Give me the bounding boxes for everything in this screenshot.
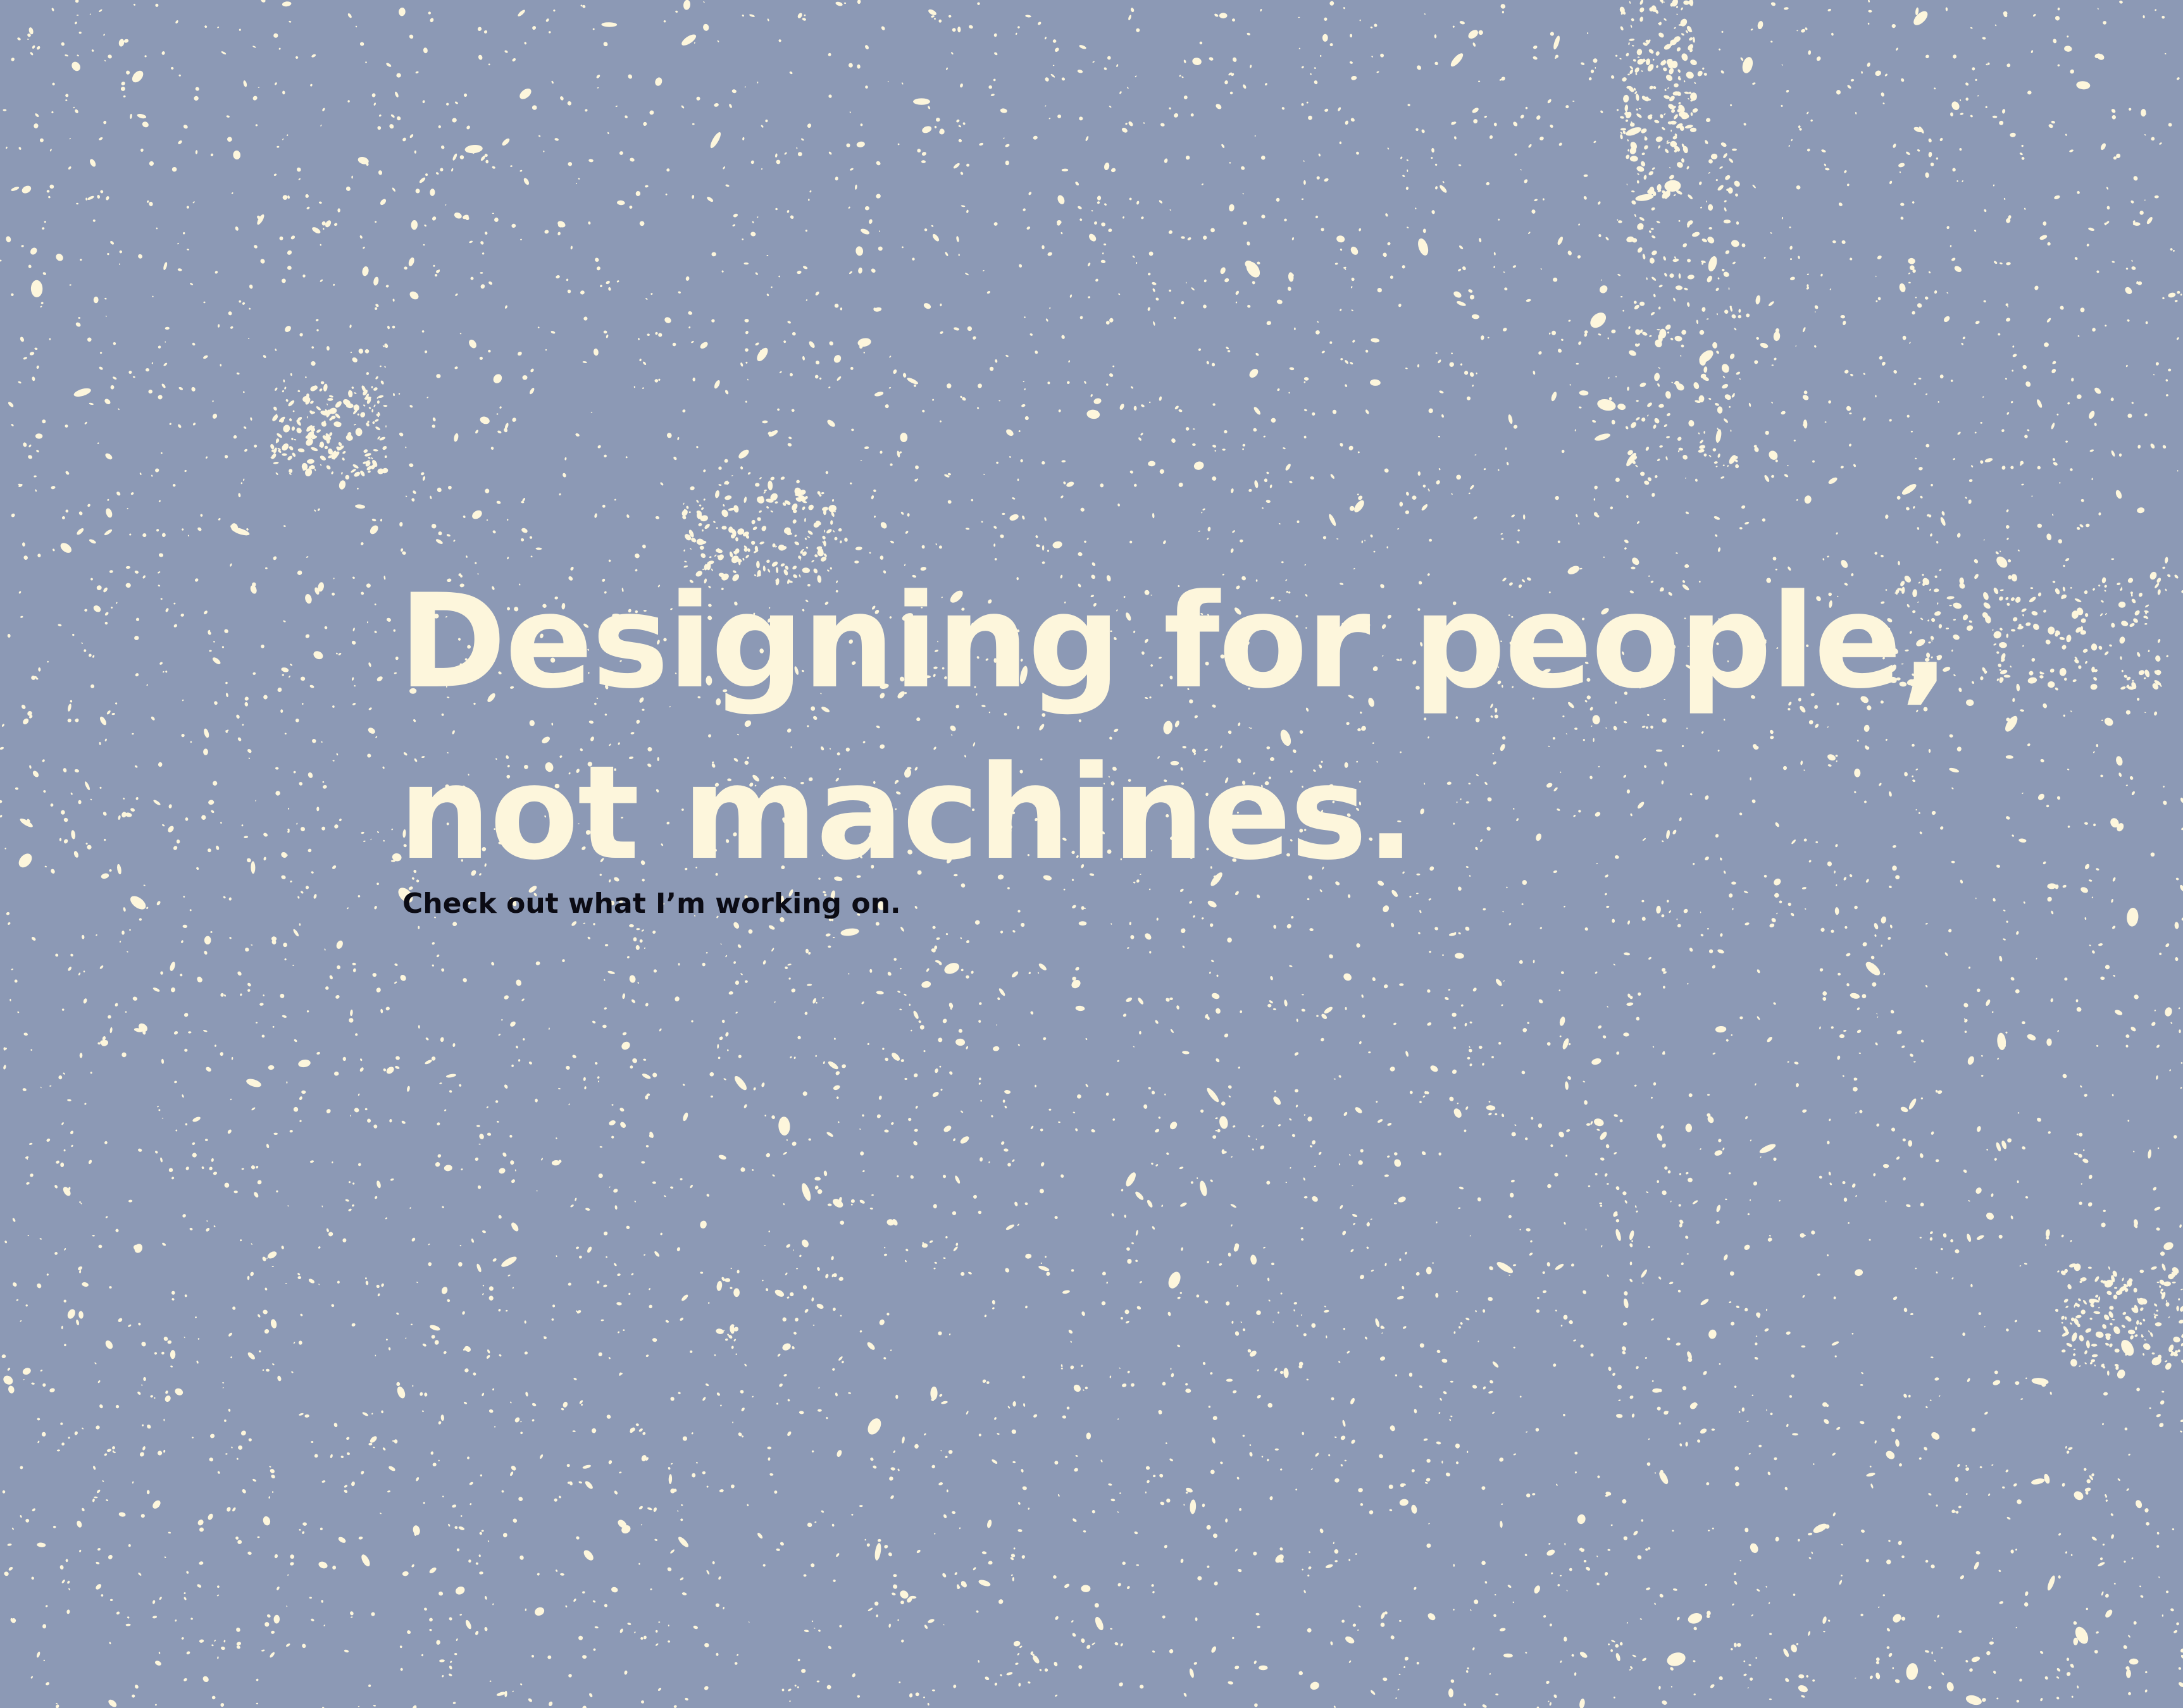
headline-line-2: not machines. [399, 738, 1415, 889]
hero-section: Designing for people, not machines. Chec… [399, 557, 1981, 921]
headline-line-1: Designing for people, [399, 567, 1950, 717]
landing-page: { "colors": { "background": "#8c99b5", "… [0, 0, 2183, 1708]
